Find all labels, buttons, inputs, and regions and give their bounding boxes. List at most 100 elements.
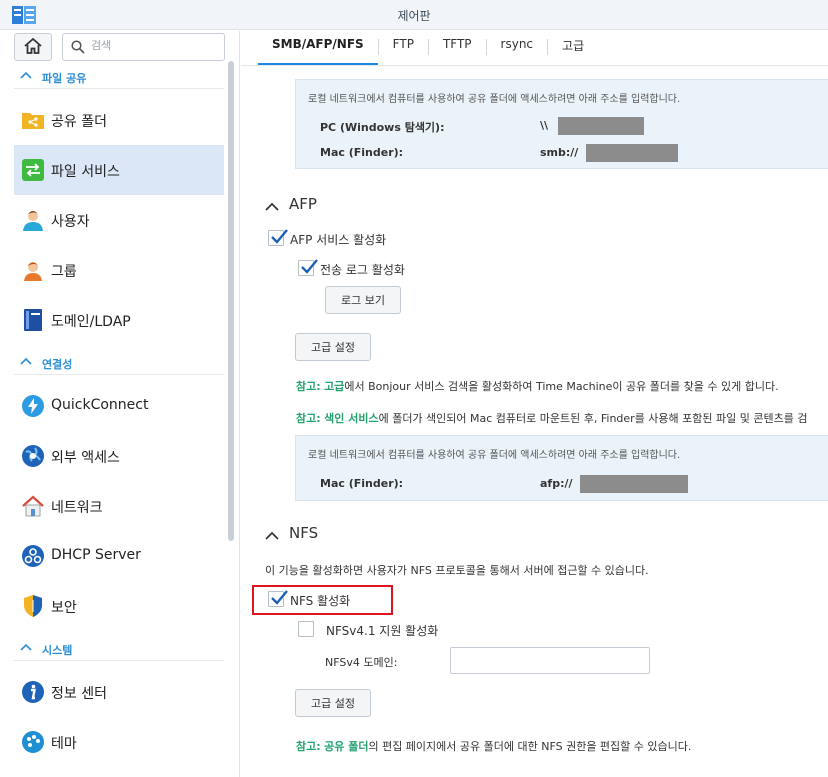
- checkmark-icon: [270, 228, 288, 249]
- chevron-up-icon: [265, 198, 279, 216]
- tab-rsync[interactable]: rsync: [487, 31, 548, 62]
- nfsv4-domain-label: NFSv4 도메인:: [325, 656, 398, 669]
- redacted-block: [586, 144, 678, 162]
- highlight-box: [252, 585, 393, 615]
- sidebar-item-label: 외부 액세스: [51, 450, 120, 466]
- nfsv41-checkbox[interactable]: [298, 621, 314, 637]
- chevron-up-icon: [265, 527, 279, 545]
- sidebar-item-label: DHCP Server: [51, 547, 141, 563]
- advanced-link[interactable]: 고급: [324, 380, 344, 393]
- section-header-file-sharing[interactable]: 파일 공유: [14, 67, 224, 89]
- info-center-icon: [21, 680, 45, 704]
- user-icon: [21, 208, 45, 232]
- transfer-log-checkbox[interactable]: [298, 259, 318, 276]
- smb-info-note: 로컬 네트워크에서 컴퓨터를 사용하여 공유 폴더에 액세스하려면 아래 주소를…: [308, 94, 681, 105]
- sidebar-item-label: 도메인/LDAP: [51, 314, 131, 330]
- sidebar-item-label: QuickConnect: [51, 397, 149, 413]
- group-icon: [21, 258, 45, 282]
- nfsv4-domain-input[interactable]: [450, 647, 650, 674]
- nfs-advanced-settings-button[interactable]: 고급 설정: [295, 689, 371, 717]
- sidebar-item-file-services[interactable]: 파일 서비스: [14, 145, 224, 195]
- theme-palette-icon: [21, 730, 45, 754]
- note-text: 에 폴더가 색인되어 Mac 컴퓨터로 마운트된 후, Finder를 사용해 …: [378, 412, 808, 425]
- tab-ftp[interactable]: FTP: [379, 31, 428, 62]
- chevron-up-icon: [20, 70, 32, 83]
- section-label: 시스템: [42, 644, 73, 657]
- sidebar-item-security[interactable]: 보안: [14, 581, 224, 631]
- sidebar-item-label: 보안: [51, 600, 77, 616]
- indexing-service-link[interactable]: 색인 서비스: [324, 412, 378, 425]
- sidebar-item-domain-ldap[interactable]: 도메인/LDAP: [14, 295, 224, 345]
- dhcp-server-icon: [21, 544, 45, 568]
- afp-enable-checkbox[interactable]: [268, 229, 288, 246]
- section-label: 파일 공유: [42, 72, 87, 85]
- home-icon: [24, 37, 42, 57]
- external-access-icon: [21, 444, 45, 468]
- sidebar-item-dhcp-server[interactable]: DHCP Server: [14, 531, 224, 581]
- shared-folder-icon: [21, 108, 45, 132]
- afp-note-bonjour: 참고: 고급에서 Bonjour 서비스 검색을 활성화하여 Time Mach…: [296, 378, 779, 394]
- sidebar-item-label: 테마: [51, 736, 77, 752]
- sidebar-item-label: 파일 서비스: [51, 164, 120, 180]
- afp-enable-label: AFP 서비스 활성화: [290, 233, 387, 247]
- note-text: 의 편집 페이지에서 공유 폴더에 대한 NFS 권한을 편집할 수 있습니다.: [368, 740, 692, 753]
- network-icon: [21, 494, 45, 518]
- afp-info-note: 로컬 네트워크에서 컴퓨터를 사용하여 공유 폴더에 액세스하려면 아래 주소를…: [308, 450, 681, 461]
- sidebar-item-network[interactable]: 네트워크: [14, 481, 224, 531]
- sidebar-item-label: 정보 센터: [51, 686, 107, 702]
- mac-finder-afp-address: afp://: [540, 477, 573, 490]
- quickconnect-icon: [21, 394, 45, 418]
- mac-finder-label: Mac (Finder):: [320, 146, 404, 159]
- redacted-block: [558, 117, 644, 135]
- nfsv41-label: NFSv4.1 지원 활성화: [326, 624, 439, 638]
- nfs-note: 참고: 공유 폴더의 편집 페이지에서 공유 폴더에 대한 NFS 권한을 편집…: [296, 738, 691, 754]
- transfer-log-label: 전송 로그 활성화: [320, 263, 405, 277]
- nav-list: 파일 공유 공유 폴더 파일 서비스 사용자 그룹 도메인/LDAP 연결성 Q…: [0, 65, 226, 777]
- tab-tftp[interactable]: TFTP: [429, 31, 486, 62]
- chevron-up-icon: [20, 642, 32, 655]
- sidebar-item-label: 네트워크: [51, 500, 103, 516]
- tab-bar: SMB/AFP/NFS FTP TFTP rsync 고급: [258, 31, 598, 66]
- main-panel: SMB/AFP/NFS FTP TFTP rsync 고급 로컬 네트워크에서 …: [241, 31, 828, 777]
- redacted-block: [580, 475, 688, 493]
- search-icon: [71, 40, 85, 57]
- sidebar-item-label: 사용자: [51, 214, 90, 230]
- afp-note-indexing: 참고: 색인 서비스에 폴더가 색인되어 Mac 컴퓨터로 마운트된 후, Fi…: [296, 410, 807, 426]
- pc-windows-label: PC (Windows 탐색기):: [320, 121, 445, 134]
- note-prefix: 참고:: [296, 740, 321, 753]
- view-log-button[interactable]: 로그 보기: [325, 286, 401, 314]
- sidebar-item-info-center[interactable]: 정보 센터: [14, 667, 224, 717]
- section-header-system[interactable]: 시스템: [14, 639, 224, 661]
- sidebar-scrollbar[interactable]: [228, 61, 234, 541]
- search-input[interactable]: [91, 39, 219, 52]
- afp-address-info: 로컬 네트워크에서 컴퓨터를 사용하여 공유 폴더에 액세스하려면 아래 주소를…: [295, 435, 828, 501]
- mac-finder-smb-address: smb://: [540, 146, 579, 159]
- tab-advanced[interactable]: 고급: [548, 31, 598, 62]
- sidebar-item-quickconnect[interactable]: QuickConnect: [14, 381, 224, 431]
- sidebar-item-user[interactable]: 사용자: [14, 195, 224, 245]
- shared-folder-link[interactable]: 공유 폴더: [324, 740, 368, 753]
- afp-advanced-settings-button[interactable]: 고급 설정: [295, 333, 371, 361]
- note-prefix: 참고:: [296, 412, 321, 425]
- sidebar: 파일 공유 공유 폴더 파일 서비스 사용자 그룹: [0, 31, 240, 777]
- sidebar-item-shared-folder[interactable]: 공유 폴더: [14, 95, 224, 145]
- pc-windows-address: \\: [540, 119, 549, 132]
- nfs-description: 이 기능을 활성화하면 사용자가 NFS 프로토콜을 통해서 서버에 접근할 수…: [265, 564, 649, 577]
- note-prefix: 참고:: [296, 380, 321, 393]
- sidebar-item-external-access[interactable]: 외부 액세스: [14, 431, 224, 481]
- chevron-up-icon: [20, 356, 32, 369]
- sidebar-item-group[interactable]: 그룹: [14, 245, 224, 295]
- section-header-connectivity[interactable]: 연결성: [14, 353, 224, 375]
- tab-smb-afp-nfs[interactable]: SMB/AFP/NFS: [258, 31, 378, 66]
- search-box[interactable]: [62, 33, 225, 61]
- file-services-icon: [21, 158, 45, 182]
- mac-finder-label: Mac (Finder):: [320, 477, 404, 490]
- home-button[interactable]: [14, 33, 52, 61]
- nfs-section-title: NFS: [289, 524, 319, 542]
- note-text: 에서 Bonjour 서비스 검색을 활성화하여 Time Machine이 공…: [344, 380, 779, 393]
- sidebar-item-theme[interactable]: 테마: [14, 717, 224, 767]
- security-shield-icon: [21, 594, 45, 618]
- tab-underline: [241, 65, 828, 66]
- sidebar-item-label: 공유 폴더: [51, 114, 107, 130]
- title-bar: 제어판: [0, 0, 828, 30]
